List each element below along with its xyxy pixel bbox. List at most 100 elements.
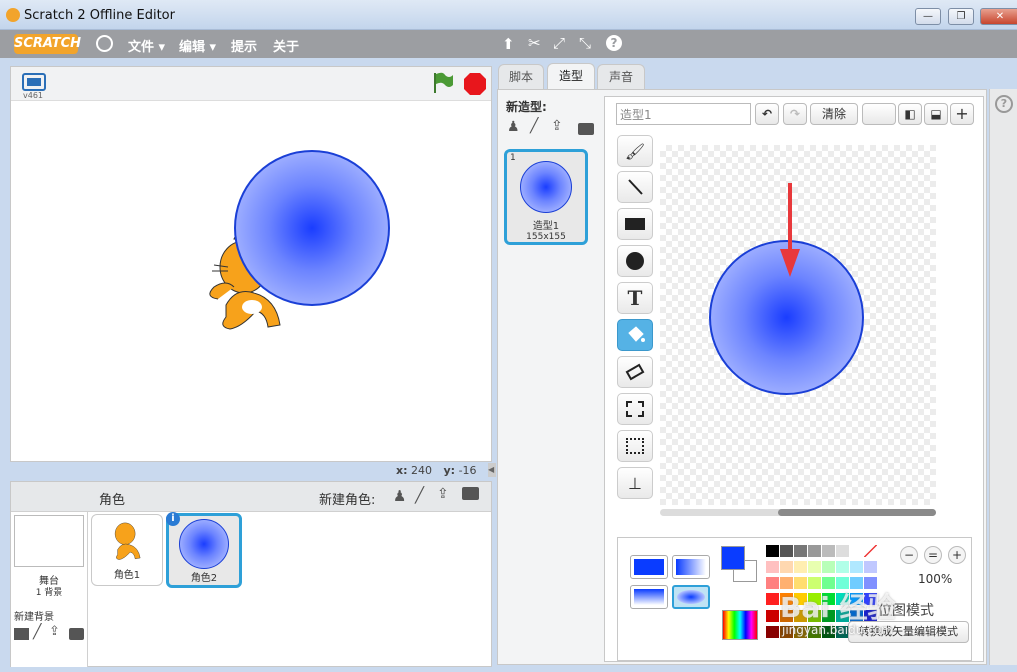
rectangle-icon	[625, 218, 645, 230]
stamp-tool[interactable]: ⊥	[617, 467, 653, 499]
fill-radial-gradient-option[interactable]	[672, 585, 710, 609]
paint-backdrop-brush-icon[interactable]: ╱	[33, 624, 41, 640]
costume-library-icon[interactable]: ♟	[507, 119, 520, 135]
palette-swatch[interactable]	[766, 545, 779, 557]
transparent-swatch[interactable]	[864, 545, 877, 557]
palette-swatch[interactable]	[780, 545, 793, 557]
palette-swatch[interactable]	[864, 561, 877, 574]
fill-tool[interactable]	[617, 319, 653, 351]
primary-color-swatch[interactable]	[721, 546, 745, 570]
tab-scripts[interactable]: 脚本	[498, 64, 544, 90]
costume-name: 造型1	[532, 221, 560, 232]
line-tool[interactable]	[617, 171, 653, 203]
stage-thumbnail[interactable]	[14, 515, 84, 567]
tab-costumes[interactable]: 造型	[547, 63, 595, 90]
paint-costume-brush-icon[interactable]: ╱	[530, 118, 538, 134]
grow-icon[interactable]: ⤢	[553, 34, 565, 52]
sprite-thumb-1[interactable]: 角色1	[91, 514, 163, 586]
brush-icon: 🖌	[624, 141, 646, 161]
ellipse-icon	[626, 252, 644, 270]
menu-edit[interactable]: 编辑 ▾	[179, 36, 216, 55]
camera-sprite-icon[interactable]	[462, 487, 479, 500]
canvas-scrollbar-thumb[interactable]	[778, 509, 936, 516]
menu-file[interactable]: 文件 ▾	[128, 36, 165, 55]
green-flag-icon[interactable]	[431, 71, 455, 95]
delete-scissors-icon[interactable]: ✂	[528, 34, 541, 52]
sprite-name: 角色2	[190, 573, 218, 584]
paint-sprite-brush-icon[interactable]: ╱	[415, 486, 424, 504]
camera-backdrop-icon[interactable]	[69, 628, 84, 640]
menu-edit-label: 编辑	[179, 40, 206, 55]
upload-backdrop-icon[interactable]: ⇪	[49, 624, 60, 639]
palette-swatch[interactable]	[808, 545, 821, 557]
shrink-icon[interactable]: ⤡	[579, 34, 591, 52]
help-question-icon[interactable]: ?	[995, 95, 1013, 113]
new-costume-label: 新造型:	[506, 100, 547, 114]
palette-swatch[interactable]	[766, 625, 779, 638]
zoom-in-icon[interactable]: +	[948, 546, 966, 564]
color-picker-spectrum[interactable]	[722, 610, 758, 640]
ellipse-tool[interactable]	[617, 245, 653, 277]
zoom-out-icon[interactable]: −	[900, 546, 918, 564]
fill-vertical-gradient-option[interactable]	[630, 585, 668, 609]
palette-swatch[interactable]	[780, 561, 793, 574]
stop-sign-icon[interactable]	[463, 72, 487, 96]
duplicate-stamp-icon[interactable]: ⬆	[502, 35, 515, 53]
fullscreen-icon[interactable]	[22, 73, 46, 91]
set-center-button[interactable]: +	[950, 103, 974, 125]
fill-horizontal-gradient-option[interactable]	[672, 555, 710, 579]
collapse-stage-arrow-icon[interactable]: ◀	[488, 463, 496, 477]
redo-button[interactable]: ↷	[783, 103, 807, 125]
palette-swatch[interactable]	[836, 561, 849, 574]
brush-tool[interactable]: 🖌	[617, 135, 653, 167]
zoom-reset-icon[interactable]: =	[924, 546, 942, 564]
rectangle-tool[interactable]	[617, 208, 653, 240]
palette-swatch[interactable]	[794, 561, 807, 574]
palette-swatch[interactable]	[850, 545, 863, 557]
language-globe-icon[interactable]	[96, 35, 113, 52]
stage-backdrop-count: 1 背景	[35, 588, 63, 598]
scratch-logo[interactable]: SCRATCH	[14, 34, 81, 54]
stage-header: v461	[11, 67, 491, 101]
menu-tips[interactable]: 提示	[231, 36, 257, 55]
flip-vertical-button[interactable]: ⬓	[924, 103, 948, 125]
help-icon[interactable]: ?	[606, 35, 622, 51]
palette-swatch[interactable]	[850, 561, 863, 574]
select-tool[interactable]	[617, 393, 653, 425]
costume-circle-thumbnail	[520, 161, 572, 213]
maximize-button[interactable]: ❐	[948, 8, 974, 25]
palette-swatch[interactable]	[766, 577, 779, 590]
upload-costume-icon[interactable]: ⇪	[551, 118, 563, 134]
camera-costume-icon[interactable]	[578, 123, 594, 135]
blue-circle-sprite-on-stage[interactable]	[234, 150, 390, 306]
version-label: v461	[23, 91, 44, 100]
costume-name-field[interactable]	[616, 103, 751, 125]
text-tool[interactable]: T	[617, 282, 653, 314]
palette-swatch[interactable]	[808, 561, 821, 574]
menu-about[interactable]: 关于	[273, 36, 299, 55]
magic-wand-tool[interactable]	[617, 430, 653, 462]
palette-swatch[interactable]	[766, 561, 779, 574]
import-button[interactable]	[862, 103, 896, 125]
sprite-library-icon[interactable]: ♟	[393, 487, 406, 505]
palette-swatch[interactable]	[822, 545, 835, 557]
costume-size: 155x155	[526, 232, 566, 242]
close-button[interactable]: ✕	[980, 8, 1017, 25]
costume-thumb-1[interactable]: 1 造型1 155x155	[504, 149, 588, 245]
palette-swatch[interactable]	[822, 561, 835, 574]
flip-horizontal-button[interactable]: ◧	[898, 103, 922, 125]
minimize-button[interactable]: —	[915, 8, 941, 25]
palette-swatch[interactable]	[836, 545, 849, 557]
eraser-tool[interactable]	[617, 356, 653, 388]
backdrop-library-icon[interactable]	[14, 628, 29, 640]
palette-swatch[interactable]	[766, 593, 779, 606]
palette-swatch[interactable]	[766, 609, 779, 622]
palette-swatch[interactable]	[794, 545, 807, 557]
upload-sprite-icon[interactable]: ⇪	[437, 486, 449, 502]
clear-button[interactable]: 清除	[810, 103, 858, 125]
line-icon	[628, 179, 643, 195]
undo-button[interactable]: ↶	[755, 103, 779, 125]
fill-solid-option[interactable]	[630, 555, 668, 579]
sprite-info-icon[interactable]: i	[166, 512, 180, 526]
tab-sounds[interactable]: 声音	[597, 64, 645, 90]
